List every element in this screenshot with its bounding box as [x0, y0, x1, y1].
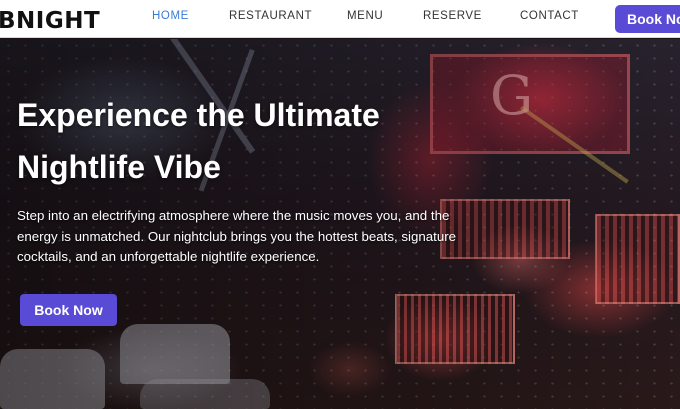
navbar: BNIGHT HOME RESTAURANT MENU RESERVE CONT…	[0, 0, 680, 38]
hero-description: Step into an electrifying atmosphere whe…	[17, 208, 457, 264]
hero-title: Experience the Ultimate Nightlife Vibe	[17, 97, 380, 185]
nav-reserve[interactable]: RESERVE	[423, 10, 482, 22]
nav-contact[interactable]: CONTACT	[520, 10, 579, 22]
brand-logo[interactable]: BNIGHT	[0, 8, 100, 34]
nav-book-now-button[interactable]: Book Now	[615, 5, 680, 33]
hero-section: G Experience the Ultimate Nightlife Vibe…	[0, 39, 680, 409]
hero-book-now-button[interactable]: Book Now	[20, 294, 117, 326]
nav-menu[interactable]: MENU	[347, 10, 383, 22]
nav-restaurant[interactable]: RESTAURANT	[229, 10, 312, 22]
nav-home[interactable]: HOME	[152, 10, 189, 22]
